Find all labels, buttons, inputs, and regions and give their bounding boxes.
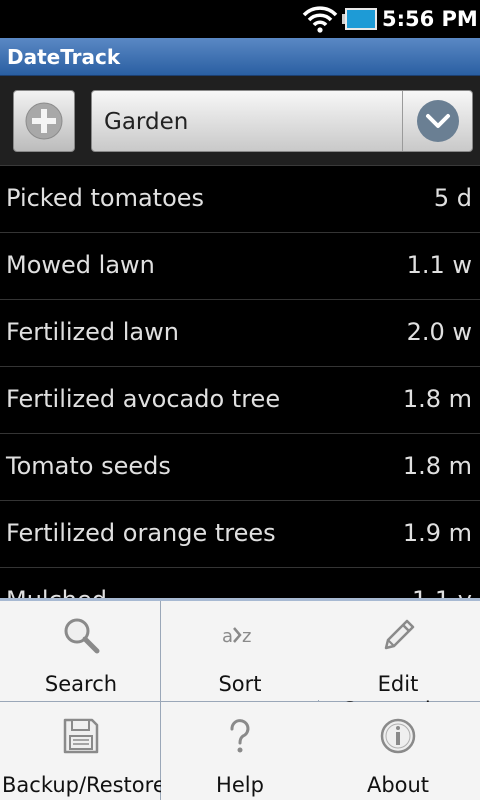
wifi-icon	[302, 6, 338, 33]
item-age: 1.9 m	[402, 519, 472, 547]
event-list[interactable]: Picked tomatoes 5 d Mowed lawn 1.1 w Fer…	[0, 166, 480, 600]
app-title: DateTrack	[7, 45, 121, 69]
item-age: 2.0 w	[406, 318, 472, 346]
list-item[interactable]: Fertilized avocado tree 1.8 m	[0, 367, 480, 434]
menu-search[interactable]: Search	[2, 601, 160, 700]
menu-backup-restore[interactable]: Backup/Restore	[2, 702, 166, 800]
category-selected-value: Garden	[104, 109, 189, 135]
item-age: 1.8 m	[402, 385, 472, 413]
search-icon	[64, 618, 100, 654]
item-name: Picked tomatoes	[6, 184, 205, 212]
menu-label: Sort	[218, 672, 262, 696]
pencil-icon	[384, 619, 415, 650]
plus-icon	[25, 102, 63, 140]
menu-label: Backup/Restore	[2, 773, 166, 797]
item-name: Mowed lawn	[6, 251, 155, 279]
svg-text:z: z	[242, 626, 251, 647]
category-dropdown[interactable]: Garden	[91, 90, 473, 152]
question-mark-icon	[230, 719, 250, 753]
add-item-button[interactable]	[13, 90, 75, 152]
list-item[interactable]: Mowed lawn 1.1 w	[0, 233, 480, 300]
item-name: Fertilized lawn	[6, 318, 179, 346]
menu-label: Help	[216, 773, 264, 797]
list-item[interactable]: Tomato seeds 1.8 m	[0, 434, 480, 501]
options-menu: Search a z Sort Edit Categories Backup/R…	[0, 598, 480, 800]
title-bar: DateTrack	[0, 38, 480, 76]
svg-text:a: a	[222, 626, 233, 647]
item-name: Fertilized orange trees	[6, 519, 276, 547]
menu-help[interactable]: Help	[161, 702, 319, 800]
sort-az-icon: a z	[222, 626, 251, 647]
info-icon	[380, 718, 416, 754]
list-item[interactable]: Mulched 1.1 y	[0, 568, 480, 600]
floppy-disk-icon	[63, 718, 99, 754]
item-age: 1.8 m	[402, 452, 472, 480]
clock: 5:56 PM	[382, 7, 478, 31]
item-age: 1.1 w	[406, 251, 472, 279]
menu-edit-categories[interactable]: Edit Categories	[319, 601, 477, 722]
toolbar: Garden	[0, 76, 480, 166]
chevron-down-icon	[417, 100, 459, 142]
item-name: Tomato seeds	[6, 452, 171, 480]
list-item[interactable]: Fertilized lawn 2.0 w	[0, 300, 480, 367]
list-item[interactable]: Fertilized orange trees 1.9 m	[0, 501, 480, 568]
battery-icon	[342, 8, 377, 30]
status-bar: 5:56 PM	[0, 0, 480, 38]
dropdown-divider	[402, 91, 403, 151]
item-age: 5 d	[433, 184, 472, 212]
menu-label: Search	[44, 672, 118, 696]
menu-sort[interactable]: a z Sort	[161, 601, 319, 700]
menu-about[interactable]: About	[319, 702, 477, 800]
item-name: Fertilized avocado tree	[6, 385, 281, 413]
menu-label: About	[366, 773, 430, 797]
list-item[interactable]: Picked tomatoes 5 d	[0, 166, 480, 233]
